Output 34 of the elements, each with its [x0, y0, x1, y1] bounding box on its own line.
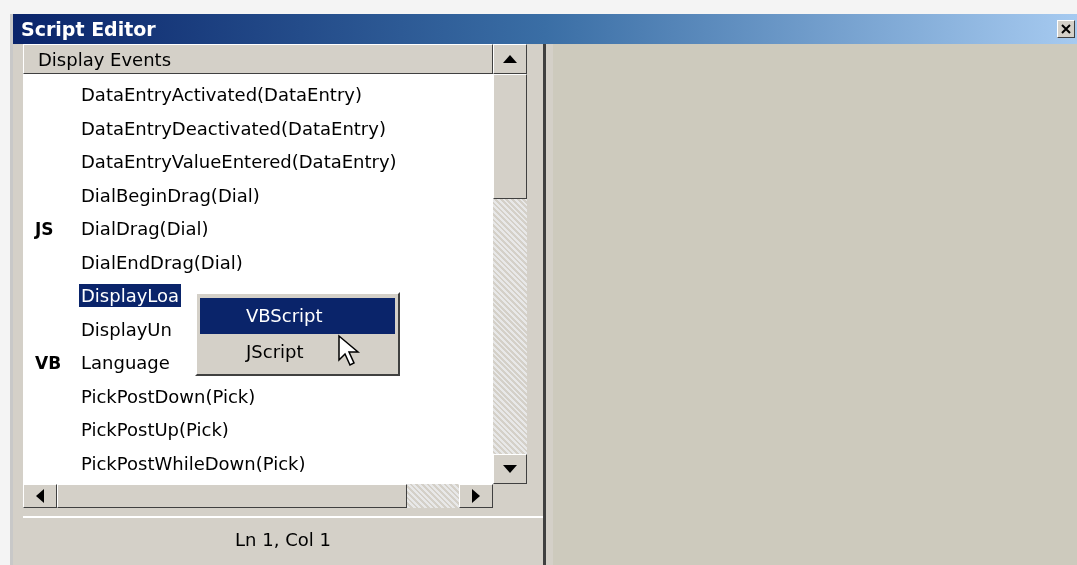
language-marker: JS [35, 218, 55, 239]
event-item[interactable]: DataEntryValueEntered(DataEntry) [79, 150, 399, 174]
event-item[interactable]: DisplayUn [79, 317, 174, 341]
scroll-left-button[interactable] [23, 484, 57, 508]
event-item[interactable]: PickPostUp(Pick) [79, 418, 231, 442]
menu-item[interactable]: VBScript [200, 298, 395, 334]
close-icon [1060, 23, 1072, 35]
window-title: Script Editor [21, 18, 156, 40]
left-arrow-icon [36, 489, 44, 503]
event-item[interactable]: DataEntryDeactivated(DataEntry) [79, 116, 388, 140]
event-item[interactable]: DialDrag(Dial) [79, 217, 211, 241]
up-arrow-icon [503, 55, 517, 63]
cursor-position: Ln 1, Col 1 [235, 528, 331, 550]
scroll-down-button[interactable] [493, 454, 527, 484]
right-arrow-icon [472, 489, 480, 503]
vertical-scrollbar[interactable] [493, 44, 527, 484]
list-header: Display Events [23, 44, 493, 74]
scroll-thumb[interactable] [57, 484, 407, 508]
event-item[interactable]: DisplayLoa [79, 284, 182, 308]
down-arrow-icon [503, 465, 517, 473]
event-item[interactable]: DialEndDrag(Dial) [79, 250, 245, 274]
event-item[interactable]: DataEntryActivated(DataEntry) [79, 83, 364, 107]
scroll-up-button[interactable] [493, 44, 527, 74]
pointer-cursor-icon [337, 334, 363, 368]
event-item[interactable]: Language [79, 351, 172, 375]
horizontal-scrollbar[interactable] [23, 484, 493, 508]
event-item[interactable]: DialBeginDrag(Dial) [79, 183, 262, 207]
close-button[interactable] [1057, 20, 1075, 38]
event-item[interactable]: PickPostWhileDown(Pick) [79, 451, 308, 475]
language-marker: VB [35, 352, 63, 373]
scroll-right-button[interactable] [459, 484, 493, 508]
scroll-thumb[interactable] [493, 74, 527, 199]
menu-item[interactable]: JScript [200, 334, 395, 370]
event-item[interactable]: PickPostDown(Pick) [79, 384, 258, 408]
